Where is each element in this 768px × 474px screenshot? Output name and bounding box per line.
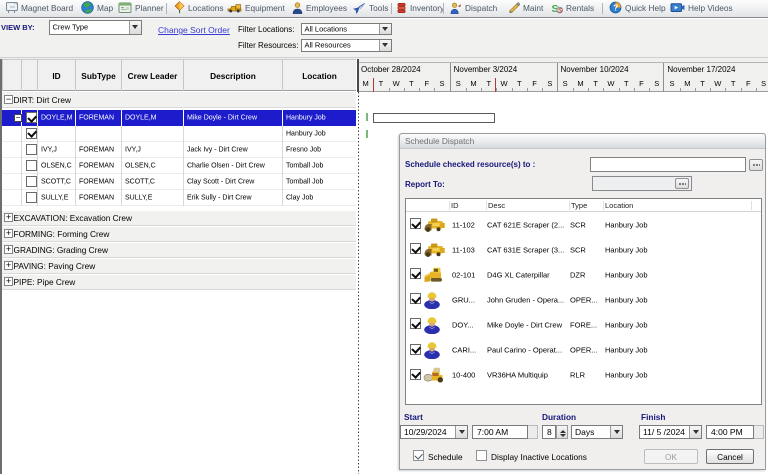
svg-text:?: ?: [613, 3, 618, 12]
svg-text:$: $: [558, 7, 562, 14]
